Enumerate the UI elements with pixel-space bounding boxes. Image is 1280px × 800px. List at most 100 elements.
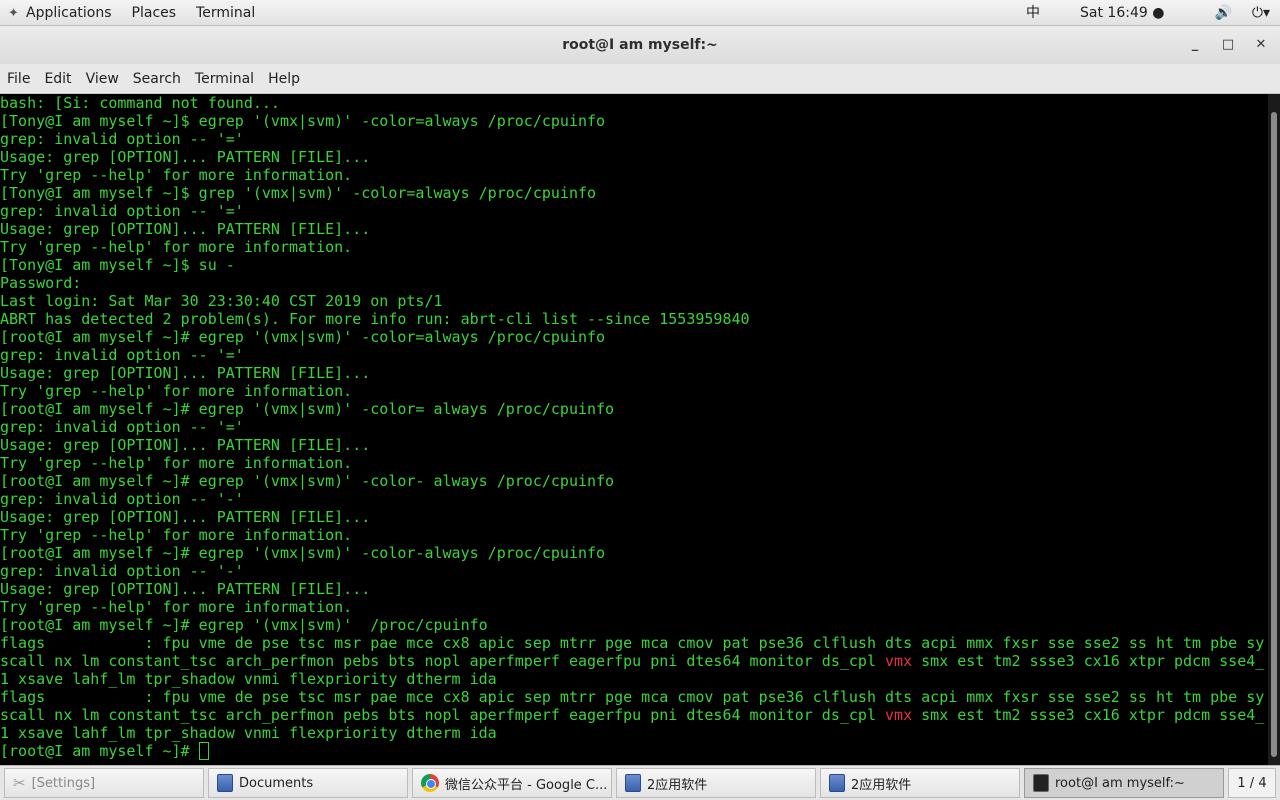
scrollbar-thumb[interactable] [1271,112,1277,757]
terminal-line: [Tony@I am myself ~]$ grep '(vmx|svm)' -… [0,184,1268,202]
terminal-text: [root@I am myself ~]# egrep '(vmx|svm)' … [0,544,606,562]
terminal-line: Try 'grep --help' for more information. [0,598,1268,616]
terminal-text: Try 'grep --help' for more information. [0,526,353,544]
terminal-line: Try 'grep --help' for more information. [0,526,1268,544]
places-menu[interactable]: Places [122,0,187,26]
menu-terminal[interactable]: Terminal [188,64,261,93]
terminal-line: [root@I am myself ~]# egrep '(vmx|svm)' … [0,544,1268,562]
terminal-output[interactable]: bash: [Si: command not found... [Tony@I a… [0,94,1268,765]
file-manager-icon [625,774,641,792]
terminal-line: [root@I am myself ~]# egrep '(vmx|svm)' … [0,472,1268,490]
terminal-text: Usage: grep [OPTION]... PATTERN [FILE]..… [0,436,371,454]
top-panel: ✦ Applications Places Terminal 中 Sat 16:… [0,0,1280,26]
terminal-line: grep: invalid option -- '=' [0,202,1268,220]
power-icon[interactable]: ⏻▾ [1242,0,1280,26]
task-folder-1[interactable]: 2应用软件 [616,768,816,798]
terminal-text: grep: invalid option -- '-' [0,562,244,580]
terminal-line: Try 'grep --help' for more information. [0,454,1268,472]
terminal-line: grep: invalid option -- '=' [0,130,1268,148]
terminal-line: [Tony@I am myself ~]$ su - [0,256,1268,274]
terminal-line: Last login: Sat Mar 30 23:30:40 CST 2019… [0,292,1268,310]
terminal-line: Usage: grep [OPTION]... PATTERN [FILE]..… [0,580,1268,598]
task-folder-2[interactable]: 2应用软件 [820,768,1020,798]
terminal-text: Try 'grep --help' for more information. [0,238,353,256]
terminal-text: grep: invalid option -- '=' [0,418,244,436]
input-method-indicator[interactable]: 中 [1016,0,1050,26]
terminal-text: 1 xsave lahf_lm tpr_shadow vnmi flexprio… [0,670,497,688]
window-title: root@I am myself:~ [562,37,718,53]
terminal-text: 1 xsave lahf_lm tpr_shadow vnmi flexprio… [0,724,497,742]
cursor [198,742,209,760]
match-highlight: vmx [885,652,913,670]
terminal-line: flags : fpu vme de pse tsc msr pae mce c… [0,634,1268,652]
task-label: Documents [239,775,314,791]
terminal-text: Password: [0,274,82,292]
terminal-icon [1033,774,1049,792]
task-terminal[interactable]: root@I am myself:~ [1024,768,1224,798]
applications-menu[interactable]: Applications [24,0,122,26]
menu-search[interactable]: Search [126,64,188,93]
terminal-text: Usage: grep [OPTION]... PATTERN [FILE]..… [0,364,371,382]
menu-help[interactable]: Help [261,64,307,93]
terminal-text: Try 'grep --help' for more information. [0,454,353,472]
terminal-text: [root@I am myself ~]# egrep '(vmx|svm)' … [0,328,606,346]
terminal-text: Usage: grep [OPTION]... PATTERN [FILE]..… [0,148,371,166]
terminal-text: scall nx lm constant_tsc arch_perfmon pe… [0,652,886,670]
terminal-text: Usage: grep [OPTION]... PATTERN [FILE]..… [0,220,371,238]
window-titlebar: root@I am myself:~ _ □ ✕ [0,26,1280,64]
terminal-text: [Tony@I am myself ~]$ egrep '(vmx|svm)' … [0,112,606,130]
menu-file[interactable]: File [0,64,37,93]
task-settings[interactable]: ✂ [Settings] [4,768,204,798]
menu-view[interactable]: View [79,64,126,93]
scrollbar[interactable] [1268,94,1280,765]
terminal-line: grep: invalid option -- '-' [0,490,1268,508]
terminal-line: grep: invalid option -- '-' [0,562,1268,580]
terminal-text: [Tony@I am myself ~]$ su - [0,256,235,274]
terminal-line: Usage: grep [OPTION]... PATTERN [FILE]..… [0,220,1268,238]
task-label: 微信公众平台 - Google C... [445,777,608,793]
terminal-line: bash: [Si: command not found... [0,94,1268,112]
terminal-text: [root@I am myself ~]# egrep '(vmx|svm)' … [0,400,615,418]
minimize-button[interactable]: _ [1180,26,1210,64]
terminal-line: scall nx lm constant_tsc arch_perfmon pe… [0,706,1268,724]
terminal-line: [Tony@I am myself ~]$ egrep '(vmx|svm)' … [0,112,1268,130]
terminal-line: Usage: grep [OPTION]... PATTERN [FILE]..… [0,436,1268,454]
task-label: 2应用软件 [851,777,912,793]
terminal-text: ABRT has detected 2 problem(s). For more… [0,310,750,328]
terminal-line: Password: [0,274,1268,292]
clock[interactable]: Sat 16:49 ● [1070,0,1174,26]
file-manager-icon [217,774,233,792]
file-manager-icon [829,774,845,792]
workspace-pager[interactable]: 1 / 4 [1228,768,1276,798]
maximize-button[interactable]: □ [1213,26,1243,64]
terminal-text: Try 'grep --help' for more information. [0,166,353,184]
terminal-line: grep: invalid option -- '=' [0,418,1268,436]
settings-icon: ✂ [13,774,26,792]
terminal-text: smx est tm2 ssse3 cx16 xtpr pdcm sse4_ [912,652,1265,670]
terminal-text: grep: invalid option -- '=' [0,346,244,364]
menu-edit[interactable]: Edit [37,64,78,93]
terminal-text: scall nx lm constant_tsc arch_perfmon pe… [0,706,886,724]
terminal-line: Usage: grep [OPTION]... PATTERN [FILE]..… [0,508,1268,526]
terminal-text: Usage: grep [OPTION]... PATTERN [FILE]..… [0,508,371,526]
taskbar: ✂ [Settings] Documents 微信公众平台 - Google C.… [0,765,1280,800]
terminal-text: [root@I am myself ~]# [0,742,199,760]
terminal-text: [Tony@I am myself ~]$ grep '(vmx|svm)' -… [0,184,597,202]
close-button[interactable]: ✕ [1246,26,1276,64]
terminal-text: grep: invalid option -- '=' [0,130,244,148]
terminal-text: grep: invalid option -- '=' [0,202,244,220]
chrome-icon [421,774,439,792]
terminal-line: 1 xsave lahf_lm tpr_shadow vnmi flexprio… [0,670,1268,688]
terminal-line: Try 'grep --help' for more information. [0,382,1268,400]
terminal-text: Last login: Sat Mar 30 23:30:40 CST 2019… [0,292,443,310]
terminal-line: Usage: grep [OPTION]... PATTERN [FILE]..… [0,364,1268,382]
task-chrome[interactable]: 微信公众平台 - Google C... [412,768,612,798]
volume-icon[interactable]: 🔊 [1204,0,1241,26]
terminal-text: flags : fpu vme de pse tsc msr pae mce c… [0,634,1265,652]
terminal-app-menu[interactable]: Terminal [186,0,265,26]
terminal-text: Usage: grep [OPTION]... PATTERN [FILE]..… [0,580,371,598]
task-label: [Settings] [31,775,96,791]
match-highlight: vmx [885,706,913,724]
terminal-line: 1 xsave lahf_lm tpr_shadow vnmi flexprio… [0,724,1268,742]
task-documents[interactable]: Documents [208,768,408,798]
